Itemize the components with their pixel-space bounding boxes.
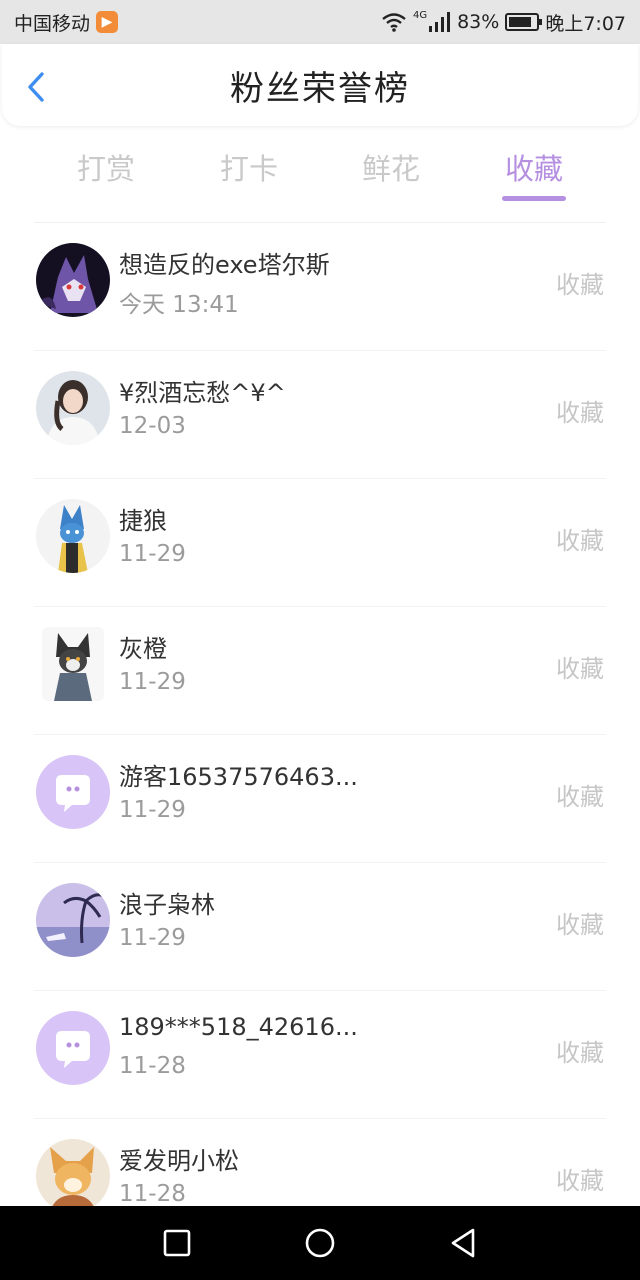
signal-icon (429, 12, 451, 32)
fan-action-label: 收藏 (556, 1039, 604, 1067)
tab-bar: 打赏 打卡 鲜花 收藏 (0, 140, 640, 204)
fan-action-label: 收藏 (556, 271, 604, 299)
status-right: 4G 83% 晚上7:07 (381, 9, 626, 36)
tab-tip[interactable]: 打赏 (56, 146, 156, 188)
header: 粉丝荣誉榜 (2, 44, 638, 126)
back-arrow-icon[interactable] (20, 70, 54, 104)
fan-time: 11-29 (119, 541, 186, 567)
battery-fill (509, 17, 531, 27)
battery-icon (505, 13, 543, 31)
fan-name: 捷狼 (119, 507, 167, 535)
wolf-avatar-icon (42, 627, 104, 701)
person-avatar-icon (36, 371, 110, 445)
default-chat-avatar-icon (36, 1011, 110, 1085)
fan-action-label: 收藏 (556, 655, 604, 683)
fan-name: 189***518_42616... (119, 1013, 358, 1041)
fan-action-label: 收藏 (556, 1167, 604, 1195)
recent-apps-icon[interactable] (160, 1226, 194, 1260)
fan-action-label: 收藏 (556, 911, 604, 939)
page-title: 粉丝荣誉榜 (230, 68, 410, 109)
battery-percent: 83% (457, 11, 500, 33)
list-item[interactable]: 捷狼 11-29 收藏 (0, 479, 640, 607)
default-chat-avatar-icon (36, 755, 110, 829)
fan-time: 11-28 (119, 1181, 186, 1207)
list-item[interactable]: ¥烈酒忘愁^¥^ 12-03 收藏 (0, 351, 640, 479)
fan-time: 今天 13:41 (119, 292, 239, 318)
status-bar: 中国移动 ▶ 4G 83% 晚上7:07 (0, 0, 640, 44)
wolf-avatar-icon (36, 499, 110, 573)
list-item[interactable]: 灰橙 11-29 收藏 (0, 607, 640, 735)
wifi-icon (382, 13, 406, 32)
tab-favorites[interactable]: 收藏 (484, 146, 584, 188)
palm-tree-avatar-icon (36, 883, 110, 957)
fan-time: 11-28 (119, 1053, 186, 1079)
fan-action-label: 收藏 (556, 527, 604, 555)
home-icon[interactable] (303, 1226, 337, 1260)
fan-name: 游客16537576463... (119, 763, 358, 791)
fan-action-label: 收藏 (556, 783, 604, 811)
play-app-icon: ▶ (96, 11, 119, 33)
fan-action-label: 收藏 (556, 399, 604, 427)
fan-name: 爱发明小松 (119, 1147, 239, 1175)
list-item[interactable]: 游客16537576463... 11-29 收藏 (0, 735, 640, 863)
tab-flowers[interactable]: 鲜花 (341, 146, 441, 188)
tab-checkin[interactable]: 打卡 (199, 146, 299, 188)
fan-name: ¥烈酒忘愁^¥^ (119, 379, 286, 407)
fan-time: 11-29 (119, 669, 186, 695)
fan-name: 想造反的exe塔尔斯 (119, 251, 330, 279)
fox-avatar-icon (36, 1139, 110, 1213)
fan-list: 想造反的exe塔尔斯 今天 13:41 收藏 ¥烈酒忘愁^¥^ 12-03 收藏 (0, 223, 640, 1247)
carrier-name: 中国移动 (14, 12, 91, 35)
list-item[interactable]: 浪子枭林 11-29 收藏 (0, 863, 640, 991)
fan-name: 浪子枭林 (119, 891, 215, 919)
fan-time: 11-29 (119, 797, 186, 823)
fan-time: 11-29 (119, 925, 186, 951)
fan-name: 灰橙 (119, 635, 167, 663)
clock: 晚上7:07 (545, 12, 626, 35)
wolf-avatar-icon (36, 243, 110, 317)
back-triangle-icon[interactable] (446, 1226, 480, 1260)
system-nav-bar (0, 1206, 640, 1280)
network-type: 4G (412, 9, 428, 21)
list-item[interactable]: 189***518_42616... 11-28 收藏 (0, 991, 640, 1119)
active-tab-indicator (502, 196, 566, 201)
status-left: 中国移动 ▶ (14, 9, 119, 36)
list-item[interactable]: 想造反的exe塔尔斯 今天 13:41 收藏 (0, 223, 640, 351)
fan-time: 12-03 (119, 413, 186, 439)
